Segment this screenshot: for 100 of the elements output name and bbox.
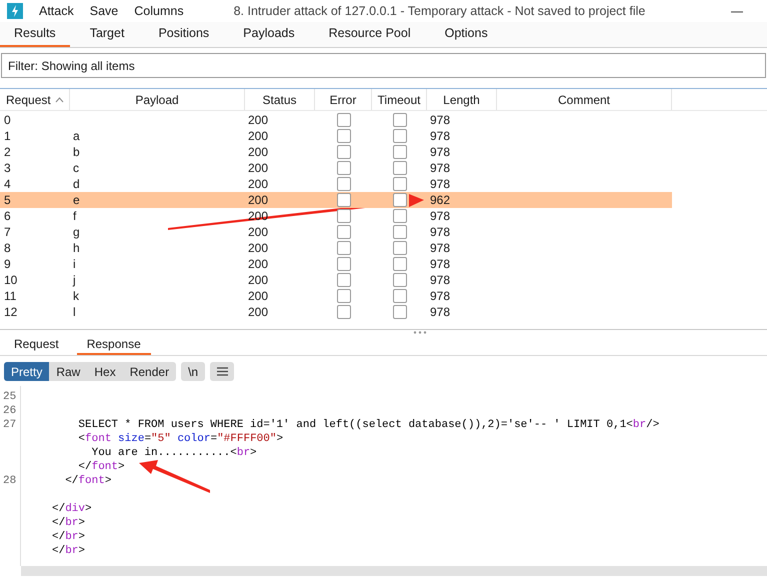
table-cell-text: 12	[3, 304, 18, 321]
line-number: 25	[3, 391, 16, 403]
checkbox[interactable]	[336, 225, 350, 239]
menu-item[interactable]: Save	[90, 2, 118, 20]
table-row[interactable]: 8 h 200 978	[0, 240, 672, 256]
view-mode-button[interactable]: Render	[122, 362, 176, 381]
line-number: 27	[3, 419, 16, 431]
table-row[interactable]: 0 200 978	[0, 112, 672, 128]
checkbox[interactable]	[392, 225, 406, 239]
column-header[interactable]: Payload	[70, 89, 245, 110]
table-cell-text: 978	[429, 112, 452, 129]
checkbox[interactable]	[336, 193, 350, 207]
table-cell-text: c	[72, 160, 80, 177]
line-number: 26	[3, 405, 16, 417]
table-cell-text: 978	[429, 224, 452, 241]
view-mode-button[interactable]: Pretty	[4, 362, 50, 381]
table-row[interactable]: 4 d 200 978	[0, 176, 672, 192]
table-cell-text: e	[72, 192, 81, 209]
checkbox[interactable]	[336, 177, 350, 191]
code-line: <font size="5" color="#FFFF00">	[77, 433, 284, 445]
newline-toggle[interactable]: \n	[181, 362, 206, 381]
checkbox[interactable]	[392, 177, 406, 191]
column-header[interactable]: Error	[315, 89, 372, 110]
table-cell-text: k	[72, 288, 80, 305]
table-cell-text: i	[72, 256, 77, 273]
tab[interactable]: Options	[430, 22, 502, 47]
table-cell-text: 200	[247, 272, 270, 289]
column-header[interactable]: Length	[427, 89, 497, 110]
column-label: Length	[443, 92, 480, 108]
checkbox[interactable]	[392, 289, 406, 303]
code-line: </br>	[52, 517, 86, 529]
checkbox[interactable]	[336, 161, 350, 175]
table-cell-text: 4	[3, 176, 12, 193]
table-cell-text: 200	[247, 304, 270, 321]
column-header[interactable]: Request	[0, 89, 70, 110]
checkbox[interactable]	[336, 257, 350, 271]
window-title: 8. Intruder attack of 127.0.0.1 - Temporary attack - Not saved to project file	[234, 2, 646, 20]
table-cell-text: 978	[429, 176, 452, 193]
filter-bar[interactable]: Filter: Showing all items	[1, 53, 766, 78]
checkbox[interactable]	[336, 273, 350, 287]
checkbox[interactable]	[392, 193, 406, 207]
column-header[interactable]: Comment	[497, 89, 672, 110]
table-row[interactable]: 3 c 200 978	[0, 160, 672, 176]
table-row[interactable]: 5 e 200 962	[0, 192, 672, 208]
resize-handle-icon[interactable]	[413, 331, 427, 334]
tab[interactable]: Payloads	[229, 22, 309, 47]
table-cell-text: 978	[429, 288, 452, 305]
checkbox[interactable]	[336, 209, 350, 223]
checkbox[interactable]	[392, 305, 406, 319]
table-cell-text: 5	[3, 192, 12, 209]
checkbox[interactable]	[336, 305, 350, 319]
table-cell-text: g	[72, 224, 81, 241]
table-cell-text: 200	[247, 288, 270, 305]
table-cell-text: 978	[429, 240, 452, 257]
table-cell-text: 978	[429, 272, 452, 289]
table-cell-text: 200	[247, 160, 270, 177]
table-row[interactable]: 7 g 200 978	[0, 224, 672, 240]
checkbox[interactable]	[336, 129, 350, 143]
code-line: </br>	[52, 531, 86, 543]
sort-ascending-icon	[54, 96, 64, 102]
table-row[interactable]: 11 k 200 978	[0, 288, 672, 304]
table-cell-text: 200	[247, 192, 270, 209]
checkbox[interactable]	[392, 113, 406, 127]
tab[interactable]: Response	[76, 335, 151, 355]
checkbox[interactable]	[392, 161, 406, 175]
minimize-button[interactable]: —	[731, 2, 743, 20]
table-row[interactable]: 12 l 200 978	[0, 304, 672, 320]
checkbox[interactable]	[392, 257, 406, 271]
tab[interactable]: Request	[4, 335, 69, 355]
menu-item[interactable]: Attack	[39, 2, 74, 20]
horizontal-scrollbar[interactable]	[21, 566, 767, 576]
column-label: Error	[330, 92, 356, 108]
checkbox[interactable]	[336, 289, 350, 303]
menu-button[interactable]	[210, 362, 234, 381]
tab[interactable]: Target	[76, 22, 138, 47]
tab[interactable]: Results	[0, 22, 70, 47]
checkbox[interactable]	[336, 145, 350, 159]
table-row[interactable]: 9 i 200 978	[0, 256, 672, 272]
tab[interactable]: Resource Pool	[314, 22, 425, 47]
table-cell-text: 9	[3, 256, 12, 273]
code-line: </br>	[52, 545, 86, 557]
column-header[interactable]: Timeout	[372, 89, 427, 110]
checkbox[interactable]	[392, 273, 406, 287]
column-header[interactable]: Status	[245, 89, 315, 110]
checkbox[interactable]	[336, 113, 350, 127]
checkbox[interactable]	[336, 241, 350, 255]
checkbox[interactable]	[392, 209, 406, 223]
view-mode-button[interactable]: Raw	[49, 362, 88, 381]
table-cell-text: 200	[247, 176, 270, 193]
table-row[interactable]: 10 j 200 978	[0, 272, 672, 288]
checkbox[interactable]	[392, 145, 406, 159]
menu-item[interactable]: Columns	[134, 2, 184, 20]
table-cell-text: 6	[3, 208, 12, 225]
table-row[interactable]: 1 a 200 978	[0, 128, 672, 144]
view-mode-button[interactable]: Hex	[87, 362, 123, 381]
table-row[interactable]: 2 b 200 978	[0, 144, 672, 160]
checkbox[interactable]	[392, 129, 406, 143]
table-cell-text: 978	[429, 128, 452, 145]
tab[interactable]: Positions	[144, 22, 224, 47]
checkbox[interactable]	[392, 241, 406, 255]
